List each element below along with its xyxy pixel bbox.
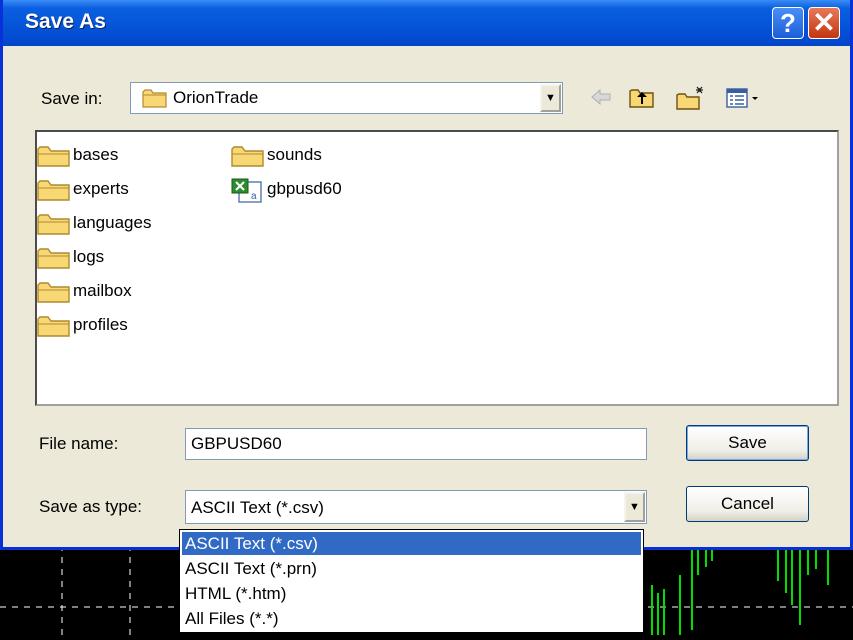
- file-name: bases: [73, 145, 119, 164]
- file-name-field[interactable]: GBPUSD60: [185, 428, 647, 460]
- up-folder-icon[interactable]: [628, 86, 656, 110]
- file-name: logs: [73, 247, 105, 266]
- chevron-down-icon[interactable]: ▼: [540, 84, 561, 112]
- file-name: languages: [73, 213, 152, 232]
- file-name: experts: [73, 179, 129, 198]
- folder-icon: [142, 89, 167, 108]
- save-as-type-value: ASCII Text (*.csv): [191, 498, 324, 517]
- option-all-files[interactable]: All Files (*.*): [182, 607, 641, 630]
- save-as-type-dropdown[interactable]: ASCII Text (*.csv) ▼: [185, 490, 647, 524]
- file-list[interactable]: bases experts languages logs mailbox pro…: [35, 130, 839, 406]
- title-bar[interactable]: Save As ? ✕: [3, 0, 850, 46]
- new-folder-icon[interactable]: [675, 86, 707, 112]
- folder-icon: [37, 282, 70, 303]
- option-prn[interactable]: ASCII Text (*.prn): [182, 557, 641, 580]
- file-name: mailbox: [73, 281, 132, 300]
- file-name: profiles: [73, 315, 128, 334]
- save-as-dialog: Save As ? ✕ Save in: OrionTrade ▼ bases: [0, 0, 853, 550]
- back-arrow-icon[interactable]: [588, 86, 614, 108]
- folder-icon: [37, 214, 70, 235]
- chevron-down-icon[interactable]: ▼: [624, 492, 645, 522]
- svg-text:a: a: [251, 191, 257, 202]
- folder-icon: [37, 248, 70, 269]
- option-htm[interactable]: HTML (*.htm): [182, 582, 641, 605]
- dialog-title: Save As: [25, 10, 106, 33]
- save-in-dropdown[interactable]: OrionTrade ▼: [130, 82, 563, 114]
- save-as-type-label: Save as type:: [39, 497, 143, 516]
- folder-icon: [231, 146, 264, 167]
- file-name: sounds: [267, 145, 322, 164]
- folder-icon: [37, 146, 70, 167]
- option-csv[interactable]: ASCII Text (*.csv): [182, 532, 641, 555]
- cancel-button[interactable]: Cancel: [686, 486, 809, 522]
- close-button[interactable]: ✕: [808, 7, 840, 39]
- save-button[interactable]: Save: [686, 425, 809, 461]
- save-in-value: OrionTrade: [173, 88, 259, 107]
- file-name: gbpusd60: [267, 179, 342, 198]
- folder-icon: [37, 180, 70, 201]
- save-as-type-options[interactable]: ASCII Text (*.csv) ASCII Text (*.prn) HT…: [179, 529, 644, 633]
- file-name-label: File name:: [39, 434, 119, 453]
- view-menu-icon[interactable]: [725, 86, 765, 110]
- help-button[interactable]: ?: [772, 7, 804, 39]
- save-in-label: Save in:: [41, 89, 103, 108]
- excel-file-icon: a: [231, 178, 262, 203]
- folder-icon: [37, 316, 70, 337]
